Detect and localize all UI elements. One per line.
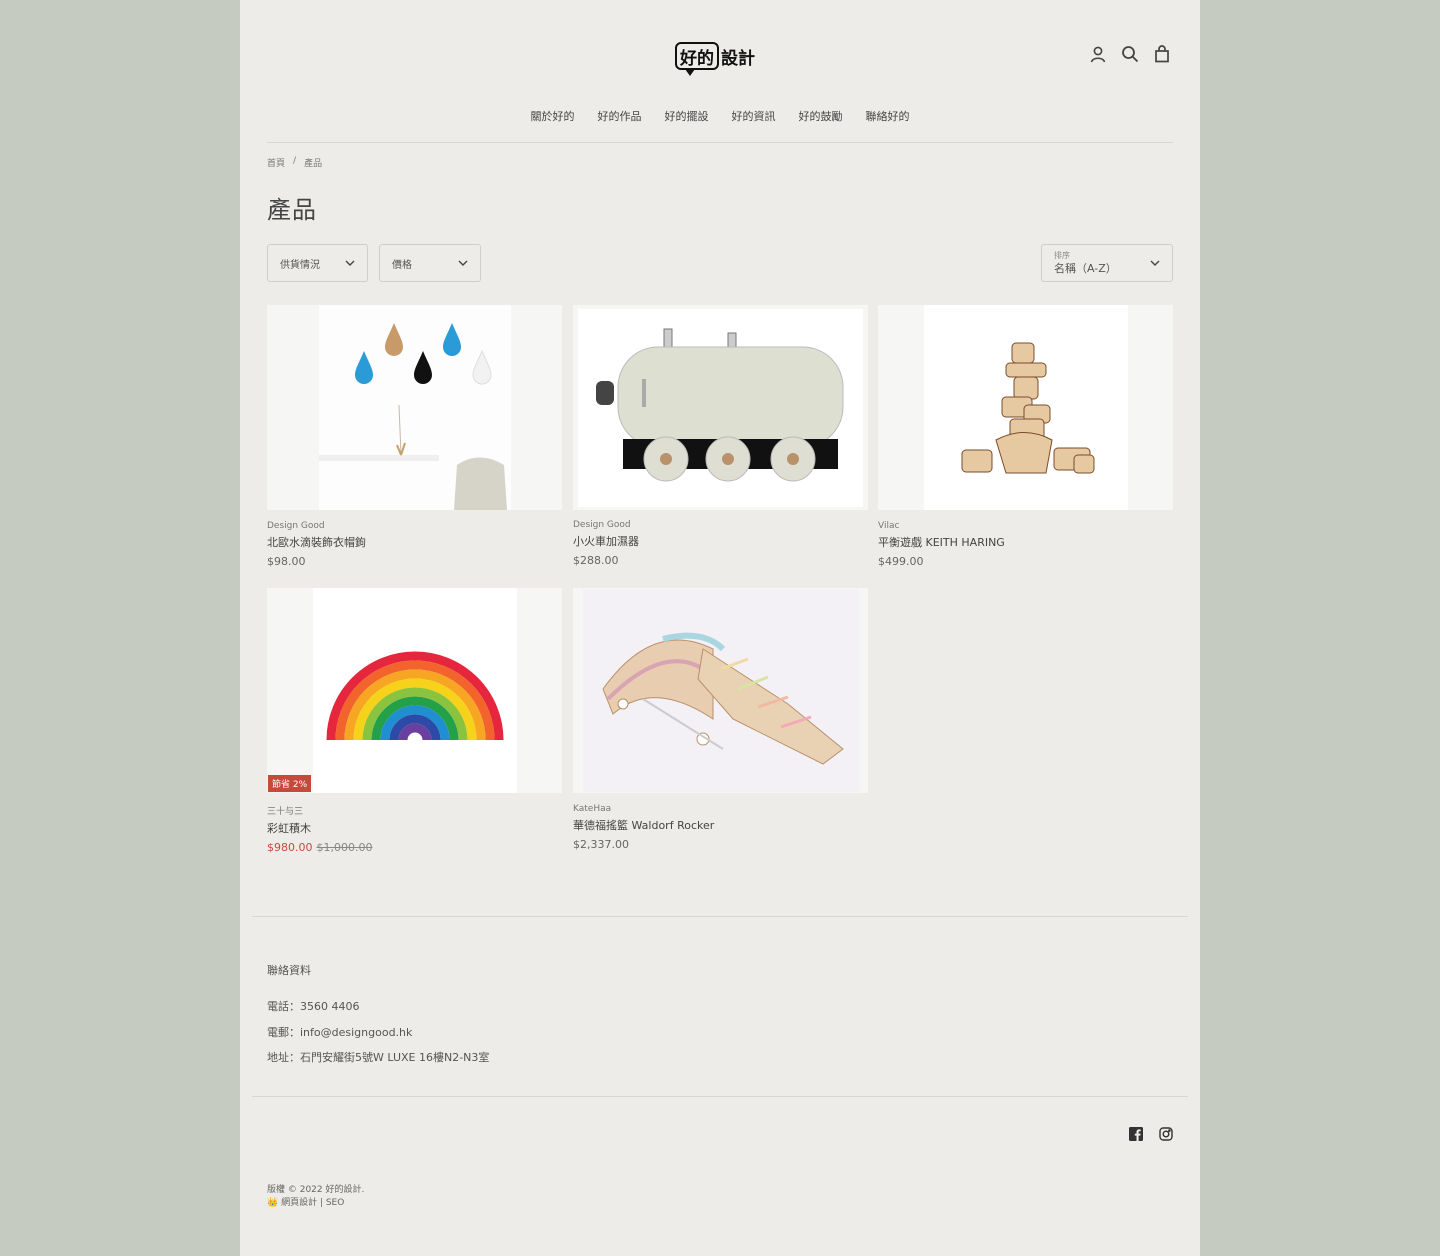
- product-price: $288.00: [573, 554, 619, 567]
- main-nav: 關於好的 好的作品 好的擺設 好的資訊 好的鼓勵 聯絡好的: [240, 108, 1200, 124]
- logo-text: 設計: [721, 48, 755, 69]
- product-image[interactable]: [878, 305, 1173, 510]
- nav-item-contact[interactable]: 聯絡好的: [866, 108, 910, 124]
- footer-phone: 電話：3560 4406: [267, 1000, 360, 1013]
- product-vendor: Design Good: [573, 520, 631, 530]
- footer-address: 地址：石門安耀街5號W LUXE 16樓N2-N3室: [267, 1051, 490, 1064]
- page: 好的 設計 關於好的 好的作品 好的擺設 好的資訊 好的鼓勵 聯絡好的 首頁 /…: [240, 0, 1200, 1256]
- product-image-frame: [578, 308, 863, 507]
- product-image[interactable]: [267, 305, 562, 510]
- product-vendor: 三十与三: [267, 807, 304, 817]
- waldorf-rocker-illustration: [582, 589, 859, 792]
- copyright: 版權 © 2022 好的設計. 👑 網頁設計 | SEO: [267, 1184, 364, 1210]
- compare-price: $1,000.00: [316, 841, 373, 854]
- product-image[interactable]: [573, 588, 868, 793]
- product-card[interactable]: Design Good 北歐水滴裝飾衣帽鉤 $98.00: [267, 305, 562, 568]
- cart-icon[interactable]: [1152, 44, 1172, 64]
- water-drop-hooks-illustration: [318, 305, 511, 510]
- chevron-down-icon: [1150, 260, 1160, 266]
- facebook-icon[interactable]: [1129, 1127, 1143, 1141]
- sort-value: 名稱（A-Z）: [1054, 261, 1117, 275]
- instagram-icon[interactable]: [1159, 1127, 1173, 1141]
- breadcrumb-separator: /: [293, 156, 297, 166]
- sale-badge: 節省 2%: [268, 775, 312, 792]
- sort-select[interactable]: 排序 名稱（A-Z）: [1041, 244, 1173, 282]
- product-title[interactable]: 華德福搖籃 Waldorf Rocker: [573, 817, 868, 833]
- nav-divider: [267, 142, 1173, 143]
- product-image-frame: [923, 305, 1128, 510]
- footer-contact-title: 聯絡資料: [267, 964, 311, 977]
- search-icon[interactable]: [1120, 44, 1140, 64]
- nav-item-info[interactable]: 好的資訊: [732, 108, 776, 124]
- site-logo[interactable]: 好的 設計: [675, 38, 765, 76]
- nav-item-decor[interactable]: 好的擺設: [665, 108, 709, 124]
- product-title[interactable]: 平衡遊戲 KEITH HARING: [878, 534, 1173, 550]
- page-title: 產品: [267, 196, 317, 224]
- product-card[interactable]: Design Good 小火車加濕器 $288.00: [573, 305, 868, 567]
- chevron-down-icon: [458, 260, 468, 266]
- product-price: $499.00: [878, 555, 924, 568]
- nav-item-encourage[interactable]: 好的鼓勵: [799, 108, 843, 124]
- header-icons: [1088, 44, 1172, 64]
- nav-item-works[interactable]: 好的作品: [598, 108, 642, 124]
- product-vendor: Design Good: [267, 521, 325, 531]
- chevron-down-icon: [345, 260, 355, 266]
- rainbow-blocks-illustration: [312, 588, 517, 793]
- sort-text: 排序 名稱（A-Z）: [1054, 251, 1117, 275]
- credit-link[interactable]: 👑 網頁設計 | SEO: [267, 1197, 364, 1210]
- product-image-frame: [312, 588, 517, 793]
- breadcrumb-home[interactable]: 首頁: [267, 156, 285, 169]
- product-price: $980.00 $1,000.00: [267, 841, 562, 854]
- price-filter[interactable]: 價格: [379, 244, 481, 282]
- train-humidifier-illustration: [578, 308, 863, 507]
- sort-label: 排序: [1054, 251, 1070, 261]
- product-title[interactable]: 北歐水滴裝飾衣帽鉤: [267, 534, 562, 550]
- product-card[interactable]: 節省 2% 三十与三 彩虹積木 $980.00 $1,000.00: [267, 588, 562, 854]
- product-image-frame: [318, 305, 511, 510]
- availability-filter-label: 供貨情況: [280, 259, 320, 271]
- footer-divider: [252, 916, 1188, 917]
- breadcrumb: 首頁 / 產品: [267, 156, 322, 169]
- account-icon[interactable]: [1088, 44, 1108, 64]
- breadcrumb-current: 產品: [304, 159, 323, 169]
- product-image[interactable]: 節省 2%: [267, 588, 562, 793]
- product-title[interactable]: 小火車加濕器: [573, 533, 868, 549]
- product-title[interactable]: 彩虹積木: [267, 820, 562, 836]
- product-image[interactable]: [573, 305, 868, 510]
- availability-filter[interactable]: 供貨情況: [267, 244, 368, 282]
- footer-divider: [252, 1096, 1188, 1097]
- product-card[interactable]: Vilac 平衡遊戲 KEITH HARING $499.00: [878, 305, 1173, 568]
- product-image-frame: [582, 589, 859, 792]
- product-price: $98.00: [267, 555, 306, 568]
- product-vendor: Vilac: [878, 521, 900, 531]
- logo-bubble: 好的: [675, 42, 719, 76]
- product-vendor: KateHaa: [573, 804, 612, 814]
- social-links: [1129, 1127, 1173, 1141]
- footer-email[interactable]: 電郵：info@designgood.hk: [267, 1024, 412, 1040]
- price-filter-label: 價格: [392, 259, 412, 271]
- nav-item-about[interactable]: 關於好的: [531, 108, 575, 124]
- sale-price: $980.00: [267, 841, 313, 854]
- product-card[interactable]: KateHaa 華德福搖籃 Waldorf Rocker $2,337.00: [573, 588, 868, 851]
- balance-game-illustration: [923, 305, 1128, 510]
- product-price: $2,337.00: [573, 838, 629, 851]
- copyright-text: 版權 © 2022 好的設計.: [267, 1185, 365, 1195]
